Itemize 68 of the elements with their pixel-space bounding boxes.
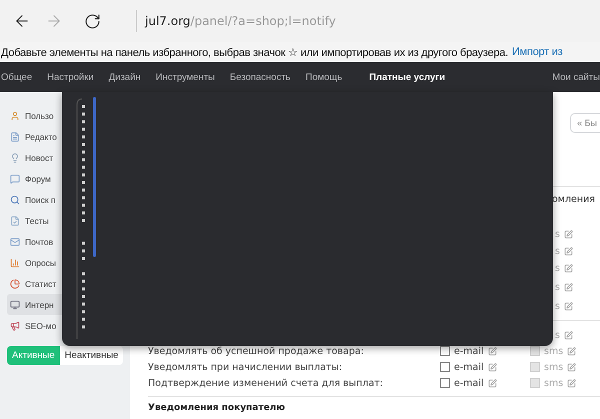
module-icon [10, 236, 20, 246]
module-icon [10, 110, 20, 120]
sidebar-item[interactable]: Тесты [7, 210, 124, 231]
module-icon [10, 320, 20, 330]
nav-tab[interactable]: Дизайн [108, 72, 141, 82]
email-label: e-mail [454, 346, 484, 356]
edit-icon[interactable] [567, 346, 576, 356]
refresh-icon [84, 12, 100, 30]
sidebar-item[interactable]: Редакто [7, 126, 124, 147]
edit-icon[interactable] [567, 378, 576, 388]
setting-label: Уведомлять об успешной продаже товара: [148, 346, 365, 356]
sidebar-item[interactable]: Новост [7, 147, 124, 168]
nav-tab[interactable]: Помощь [306, 72, 342, 82]
email-checkbox[interactable] [440, 378, 450, 388]
filter-tab[interactable]: Неактивные [60, 346, 124, 365]
edit-icon[interactable] [488, 378, 497, 388]
module-icon [10, 278, 20, 288]
import-link[interactable]: Импорт из [512, 46, 562, 58]
nav-tab[interactable]: Платные услуги [369, 72, 446, 82]
module-icon [10, 132, 20, 142]
sms-label: sms [544, 346, 564, 356]
scrollbar-thumb[interactable] [93, 97, 96, 257]
edit-icon[interactable] [488, 346, 497, 356]
sidebar-item[interactable]: Пользо [7, 105, 124, 126]
email-checkbox[interactable] [440, 346, 450, 356]
sidebar-item[interactable]: Статист [7, 273, 124, 294]
module-icon [10, 258, 20, 268]
sidebar-item[interactable]: SEO-мо [7, 315, 124, 336]
sms-label: s [554, 263, 560, 274]
email-checkbox[interactable] [440, 362, 450, 372]
edit-icon[interactable] [564, 330, 573, 340]
module-icon [10, 216, 20, 226]
email-label: e-mail [454, 362, 484, 372]
nav-tab[interactable]: Инструменты [156, 72, 215, 82]
module-icon [10, 300, 20, 310]
nav-tab[interactable]: Безопасность [230, 72, 290, 82]
my-sites-link[interactable]: Мои сайты [552, 72, 600, 82]
edit-icon[interactable] [564, 283, 573, 292]
nav-tab[interactable]: Общее [1, 72, 32, 82]
edit-icon[interactable] [567, 362, 576, 372]
edit-icon[interactable] [564, 247, 573, 256]
setting-label: Подтверждение изменений счета для выплат: [148, 378, 384, 388]
module-icon [10, 152, 20, 162]
edit-icon[interactable] [564, 230, 573, 239]
address-field[interactable]: jul7.org/panel/?a=shop;l=notify [136, 10, 336, 32]
sms-label: s [554, 330, 560, 340]
sidebar-item[interactable]: Опросы [7, 252, 124, 273]
sidebar-item[interactable]: Форум [7, 168, 124, 189]
sms-label: sms [544, 378, 564, 388]
sidebar-item[interactable]: Поиск п [7, 189, 124, 210]
sms-label: sms [544, 362, 564, 372]
sms-label: s [554, 229, 560, 240]
edit-icon[interactable] [564, 302, 573, 311]
sms-label: s [554, 301, 560, 312]
nav-tab[interactable]: Настройки [47, 72, 94, 82]
column-header: омления [552, 194, 596, 204]
module-icon [10, 174, 20, 184]
section-title: Уведомления покупателю [148, 403, 286, 414]
sms-label: s [554, 282, 560, 293]
module-icon [10, 194, 20, 204]
back-button[interactable]: « Бы [570, 113, 600, 133]
email-label: e-mail [454, 378, 484, 388]
sidebar-item[interactable]: Почтов [7, 231, 124, 252]
edit-icon[interactable] [488, 362, 497, 372]
favorites-message: Добавьте элементы на панель избранного, выбрав значок ☆ или импортировав их из другого браузера. [1, 46, 508, 58]
setting-label: Уведомлять при начислении выплаты: [148, 362, 344, 372]
sms-label: s [554, 246, 560, 257]
edit-icon[interactable] [564, 264, 573, 273]
